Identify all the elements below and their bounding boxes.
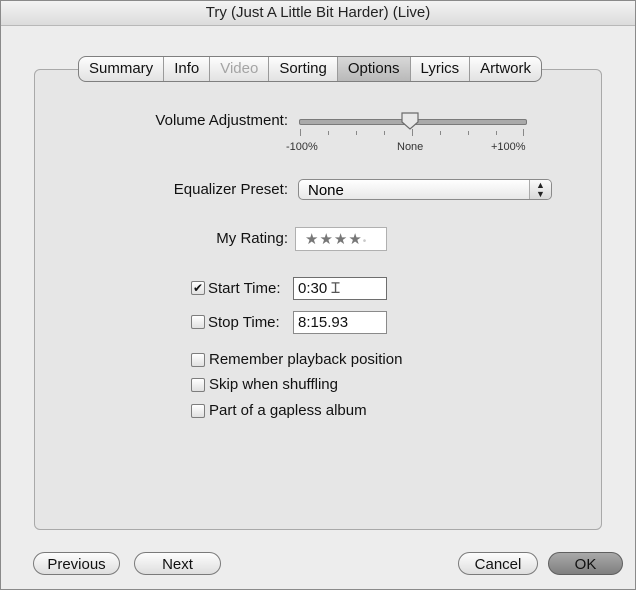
stop-time-label: Stop Time:: [208, 314, 280, 331]
next-button[interactable]: Next: [134, 552, 221, 575]
volume-adjustment-label: Volume Adjustment:: [155, 112, 288, 129]
volume-max-label: +100%: [491, 141, 526, 153]
start-time-checkbox[interactable]: ✔: [191, 281, 205, 295]
volume-tick: [356, 131, 357, 135]
volume-tick: [328, 131, 329, 135]
start-time-label: Start Time:: [208, 280, 281, 297]
gapless-album-label: Part of a gapless album: [209, 402, 367, 419]
stop-time-checkbox[interactable]: [191, 315, 205, 329]
volume-tick: [496, 131, 497, 135]
rating-field[interactable]: ★★★★•: [295, 227, 387, 251]
text-cursor-icon: Ɪ: [327, 280, 340, 297]
volume-tick: [412, 129, 413, 136]
tab-artwork[interactable]: Artwork: [470, 57, 541, 81]
stop-time-value: 8:15.93: [298, 314, 349, 331]
remember-playback-checkbox[interactable]: [191, 353, 205, 367]
equalizer-preset-label: Equalizer Preset:: [173, 181, 288, 198]
equalizer-preset-value: None: [308, 182, 344, 199]
volume-tick: [384, 131, 385, 135]
updown-arrows-icon: ▲ ▼: [529, 180, 551, 199]
track-info-window: Try (Just A Little Bit Harder) (Live) Su…: [0, 0, 636, 590]
my-rating-label: My Rating:: [216, 230, 288, 247]
tab-info[interactable]: Info: [164, 57, 211, 81]
remember-playback-label: Remember playback position: [209, 351, 403, 368]
skip-shuffling-checkbox[interactable]: [191, 378, 205, 392]
volume-tick: [300, 129, 301, 136]
tab-sorting[interactable]: Sorting: [269, 57, 338, 81]
ok-button[interactable]: OK: [548, 552, 623, 575]
volume-slider-thumb[interactable]: [400, 111, 420, 131]
tab-video: Video: [210, 57, 270, 81]
gapless-album-checkbox[interactable]: [191, 404, 205, 418]
rating-dot-empty: •: [362, 236, 368, 247]
equalizer-preset-select[interactable]: None ▲ ▼: [298, 179, 552, 200]
volume-mid-label: None: [397, 141, 424, 153]
tab-summary[interactable]: Summary: [79, 57, 165, 81]
stop-time-input[interactable]: 8:15.93: [293, 311, 387, 334]
tab-bar: Summary Info Video Sorting Options Lyric…: [78, 56, 543, 82]
skip-shuffling-label: Skip when shuffling: [209, 376, 338, 393]
previous-button[interactable]: Previous: [33, 552, 120, 575]
start-time-input[interactable]: 0:30 Ɪ: [293, 277, 387, 300]
tab-options[interactable]: Options: [337, 57, 411, 81]
volume-tick: [523, 129, 524, 136]
volume-min-label: -100%: [286, 141, 318, 153]
tab-lyrics[interactable]: Lyrics: [411, 57, 471, 81]
rating-stars-filled: ★★★★: [305, 231, 363, 248]
cancel-button[interactable]: Cancel: [458, 552, 538, 575]
volume-tick: [440, 131, 441, 135]
window-title: Try (Just A Little Bit Harder) (Live): [1, 1, 635, 26]
volume-tick: [468, 131, 469, 135]
start-time-value: 0:30: [298, 280, 328, 297]
